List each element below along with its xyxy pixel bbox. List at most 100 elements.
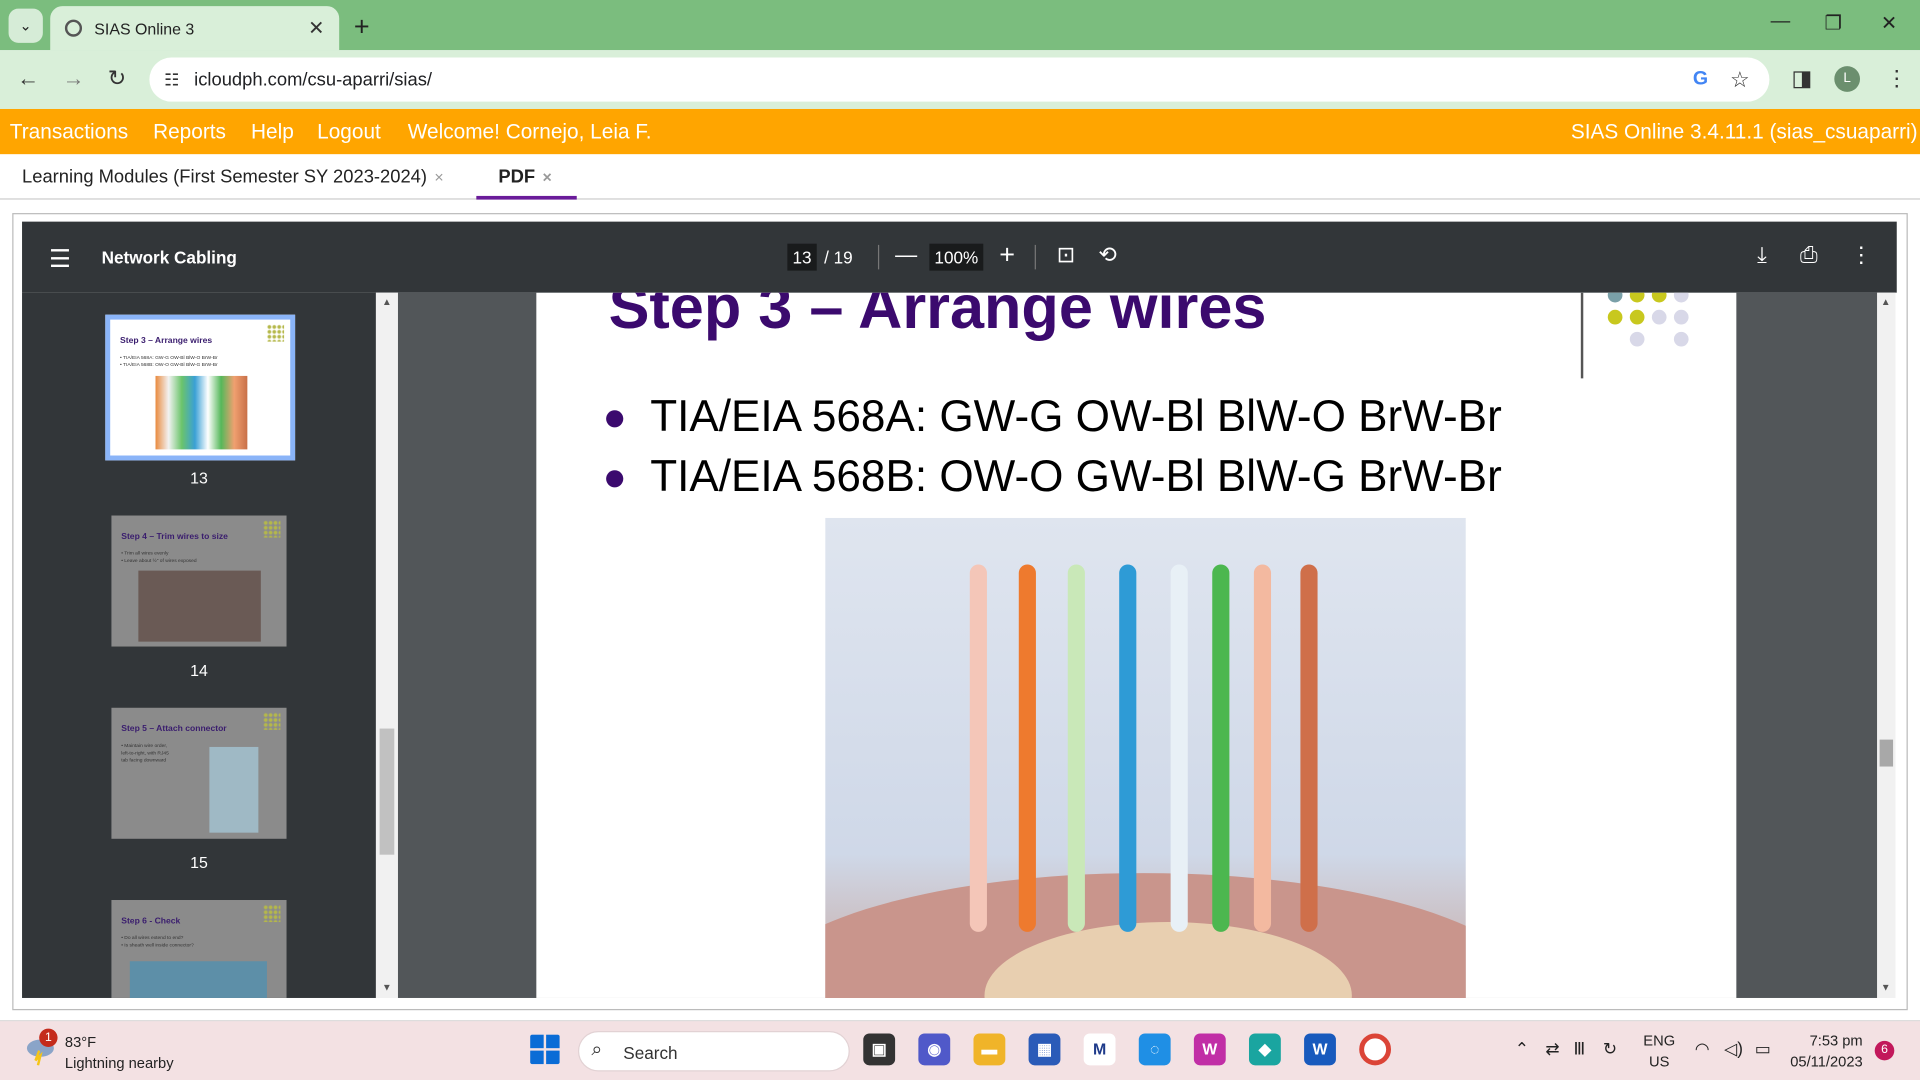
globe-icon bbox=[64, 19, 83, 37]
app-tabs: Learning Modules (First Semester SY 2023… bbox=[0, 154, 1920, 200]
dot-pattern bbox=[263, 904, 281, 923]
language-indicator[interactable]: ENG US bbox=[1643, 1031, 1675, 1073]
fit-page-icon[interactable]: ⊡ bbox=[1057, 242, 1075, 268]
wire bbox=[1119, 564, 1137, 932]
wire bbox=[1170, 564, 1188, 932]
close-icon[interactable]: × bbox=[434, 168, 443, 186]
back-button[interactable]: ← bbox=[17, 66, 39, 92]
wire bbox=[1253, 564, 1272, 932]
profile-avatar[interactable]: L bbox=[1834, 66, 1861, 92]
google-lens-icon[interactable]: G bbox=[1693, 69, 1708, 91]
hamburger-menu-icon[interactable]: ☰ bbox=[49, 244, 71, 275]
active-tab-indicator bbox=[476, 195, 577, 200]
app-icon-diamond[interactable]: ◆ bbox=[1248, 1033, 1281, 1066]
download-icon[interactable]: ⤓ bbox=[1757, 242, 1767, 268]
url-text: icloudph.com/csu-aparri/sias/ bbox=[194, 69, 433, 91]
close-icon[interactable]: × bbox=[542, 168, 551, 186]
side-panel-icon[interactable]: ◨ bbox=[1791, 66, 1812, 92]
zoom-input[interactable]: 100% bbox=[929, 243, 984, 271]
scroll-down-arrow[interactable]: ▼ bbox=[1881, 982, 1891, 993]
sync-icon[interactable]: ⇄ bbox=[1545, 1038, 1559, 1059]
wire bbox=[1067, 564, 1085, 932]
pdf-title: Network Cabling bbox=[101, 247, 237, 267]
tab-title: SIAS Online 3 bbox=[94, 18, 195, 38]
network-activity-icon[interactable]: Ⅲ bbox=[1573, 1038, 1585, 1059]
notification-badge[interactable]: 6 bbox=[1874, 1040, 1895, 1061]
minimize-button[interactable]: — bbox=[1771, 11, 1791, 33]
print-icon[interactable]: ⎙ bbox=[1800, 242, 1818, 268]
menu-transactions[interactable]: Transactions bbox=[10, 120, 128, 144]
tab-pdf[interactable]: PDF × bbox=[498, 167, 551, 188]
site-info-icon[interactable]: ☷ bbox=[164, 69, 179, 90]
divider-line bbox=[1580, 292, 1584, 379]
pdf-page: Step 3 – Arrange wires TIA/EIA 568A: GW-… bbox=[536, 292, 1737, 998]
wire bbox=[1300, 564, 1318, 932]
microsoft-store-icon[interactable]: ▦ bbox=[1028, 1033, 1061, 1066]
app-menubar: Transactions Reports Help Logout Welcome… bbox=[0, 108, 1920, 155]
taskbar-search[interactable]: ⌕ Search bbox=[577, 1031, 850, 1072]
restore-button[interactable]: ❐ bbox=[1825, 11, 1843, 35]
rotate-icon[interactable]: ⟲ bbox=[1098, 242, 1116, 268]
bullet-568b: TIA/EIA 568B: OW-O GW-Bl BlW-G BrW-Br bbox=[606, 451, 1502, 502]
zoom-out-icon[interactable]: — bbox=[895, 242, 917, 268]
word-icon[interactable]: W bbox=[1304, 1033, 1336, 1066]
sidebar-scroll-thumb[interactable] bbox=[379, 728, 395, 855]
dot-pattern bbox=[266, 324, 285, 342]
weather-text[interactable]: 83°F Lightning nearby bbox=[65, 1032, 174, 1074]
wifi-icon[interactable]: ◠ bbox=[1695, 1038, 1710, 1059]
app-icon-m[interactable]: M bbox=[1083, 1033, 1116, 1066]
zoom-in-icon[interactable]: + bbox=[999, 239, 1015, 271]
reload-button[interactable]: ↻ bbox=[108, 66, 126, 92]
forward-button[interactable]: → bbox=[62, 66, 84, 92]
task-view-icon[interactable]: ▣ bbox=[863, 1033, 896, 1066]
battery-icon[interactable]: ▭ bbox=[1755, 1038, 1771, 1059]
welcome-text: Welcome! Cornejo, Leia F. bbox=[407, 120, 652, 144]
windows-start-icon[interactable] bbox=[529, 1033, 561, 1065]
bullet-dot bbox=[606, 470, 624, 488]
page-total: / 19 bbox=[824, 247, 853, 267]
thumbnail-number: 13 bbox=[190, 468, 208, 488]
file-explorer-icon[interactable]: ▬ bbox=[973, 1033, 1006, 1066]
version-text: SIAS Online 3.4.11.1 (sias_csuaparri) bbox=[1570, 120, 1918, 144]
menu-reports[interactable]: Reports bbox=[153, 120, 226, 144]
menu-help[interactable]: Help bbox=[251, 120, 294, 144]
thumbnail-image bbox=[155, 375, 248, 450]
pdf-scroll-thumb[interactable] bbox=[1879, 739, 1894, 767]
address-bar[interactable]: ☷ icloudph.com/csu-aparri/sias/ G ☆ bbox=[149, 57, 1770, 102]
bullet-568a: TIA/EIA 568A: GW-G OW-Bl BlW-O BrW-Br bbox=[606, 391, 1502, 442]
thumbnail-page-14[interactable]: Step 4 – Trim wires to size • Trim all w… bbox=[111, 515, 287, 647]
pdf-toolbar: ☰ Network Cabling 13 / 19 — 100% + ⊡ ⟲ ⤓… bbox=[22, 221, 1897, 293]
sidebar-scrollbar[interactable] bbox=[375, 292, 398, 998]
chrome-icon[interactable] bbox=[1359, 1033, 1392, 1066]
refresh-icon[interactable]: ↻ bbox=[1603, 1038, 1617, 1059]
slide-title: Step 3 – Arrange wires bbox=[608, 292, 1267, 342]
thumbnail-page-13[interactable]: Step 3 – Arrange wires • TIA/EIA 568A: G… bbox=[105, 314, 296, 461]
app-icon-w[interactable]: W bbox=[1193, 1033, 1226, 1066]
menu-logout[interactable]: Logout bbox=[317, 120, 381, 144]
scroll-up-arrow[interactable]: ▲ bbox=[382, 296, 392, 307]
wire bbox=[1212, 564, 1230, 932]
page-number-input[interactable]: 13 bbox=[787, 243, 817, 271]
close-tab-icon[interactable]: ✕ bbox=[308, 16, 324, 40]
volume-icon[interactable]: ◁) bbox=[1724, 1038, 1743, 1059]
teams-chat-icon[interactable]: ◉ bbox=[918, 1033, 951, 1066]
tab-search-button[interactable]: ⌄ bbox=[8, 8, 43, 43]
thumbnail-image bbox=[209, 746, 259, 833]
messenger-icon[interactable]: ◌ bbox=[1138, 1033, 1171, 1066]
close-window-button[interactable]: ✕ bbox=[1881, 11, 1897, 35]
chevron-up-icon[interactable]: ⌃ bbox=[1515, 1038, 1529, 1059]
bookmark-star-icon[interactable]: ☆ bbox=[1730, 67, 1750, 93]
tab-learning-modules[interactable]: Learning Modules (First Semester SY 2023… bbox=[22, 167, 444, 188]
browser-menu-icon[interactable]: ⋮ bbox=[1886, 66, 1908, 92]
thumbnail-image bbox=[138, 570, 261, 642]
pdf-scrollbar[interactable] bbox=[1877, 292, 1896, 998]
more-options-icon[interactable]: ⋮ bbox=[1850, 242, 1872, 268]
scroll-up-arrow[interactable]: ▲ bbox=[1881, 296, 1891, 307]
thumbnail-page-16[interactable]: Step 6 - Check • Do all wires extend to … bbox=[111, 900, 287, 998]
browser-tab[interactable]: SIAS Online 3 ✕ bbox=[50, 6, 340, 51]
scroll-down-arrow[interactable]: ▼ bbox=[382, 982, 392, 993]
dot-pattern bbox=[263, 712, 281, 730]
thumbnail-page-15[interactable]: Step 5 – Attach connector • Maintain wir… bbox=[111, 707, 287, 839]
clock[interactable]: 7:53 pm 05/11/2023 bbox=[1790, 1031, 1862, 1073]
new-tab-button[interactable]: + bbox=[354, 11, 370, 43]
